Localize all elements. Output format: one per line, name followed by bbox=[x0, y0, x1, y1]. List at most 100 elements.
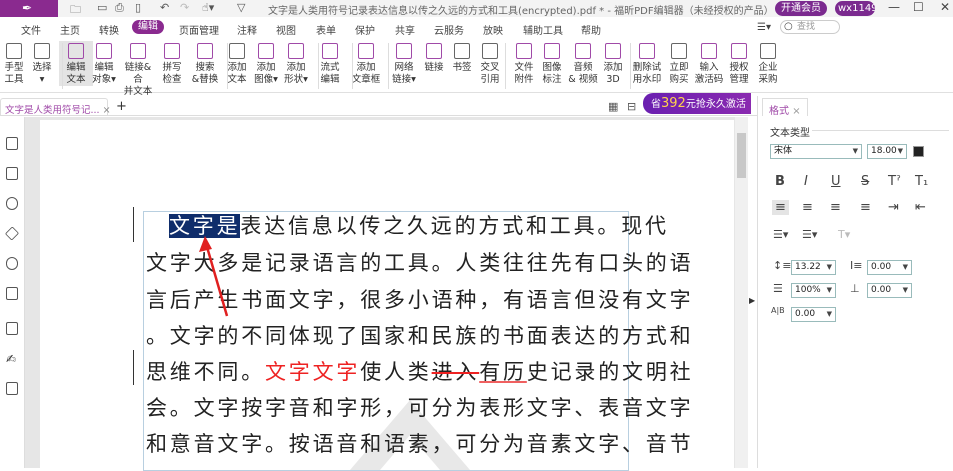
font-size-select[interactable]: 18.00 ▼ bbox=[867, 144, 907, 159]
hand-tool-icon[interactable]: ☝▾ bbox=[202, 1, 214, 14]
menu-protect[interactable]: 保护 bbox=[355, 22, 375, 37]
bold-icon[interactable]: B bbox=[775, 174, 785, 189]
menu-help[interactable]: 帮助 bbox=[581, 22, 601, 37]
add-text-icon bbox=[229, 43, 245, 59]
text-line-6[interactable]: 会。文字按字音和字形，可分为表形文字、表音文字 bbox=[146, 392, 693, 422]
signature-icon[interactable]: ✍ bbox=[6, 352, 18, 366]
vip-button[interactable]: 开通会员 bbox=[775, 1, 827, 16]
menu-view[interactable]: 视图 bbox=[276, 22, 296, 37]
ribbon-separator bbox=[318, 43, 319, 89]
add-image-button[interactable]: 添加 图像▾ bbox=[249, 41, 283, 86]
spell-check-button[interactable]: 拼写 检查 bbox=[155, 41, 189, 86]
remove-watermark-button[interactable]: 删除试 用水印 bbox=[630, 41, 664, 86]
security-icon[interactable] bbox=[6, 287, 18, 300]
baseline-offset-select[interactable]: 0.00 ▼ bbox=[867, 283, 912, 298]
italic-icon[interactable]: I bbox=[804, 174, 808, 189]
enter-activation-icon bbox=[701, 43, 717, 59]
add-article-button[interactable]: 添加 文章框 bbox=[349, 41, 383, 86]
audio-video-button[interactable]: 音频 & 视频 bbox=[566, 41, 600, 86]
superscript-icon[interactable]: Tˀ bbox=[888, 174, 901, 189]
menu-cloud[interactable]: 云服务 bbox=[434, 22, 464, 37]
pages-icon[interactable] bbox=[6, 167, 18, 180]
pen-icon: ✒ bbox=[22, 1, 33, 15]
new-tab-button[interactable]: + bbox=[116, 99, 127, 114]
link-merge-text-button[interactable]: 链接&合 并文本 bbox=[121, 41, 155, 98]
scrollbar-thumb[interactable] bbox=[737, 133, 746, 178]
comment-icon[interactable] bbox=[6, 197, 18, 210]
menu-edit[interactable]: 编辑 bbox=[132, 20, 164, 34]
window-title: 文字是人类用符号记录表达信息以传之久远的方式和工具(encrypted).pdf… bbox=[268, 6, 774, 17]
layers-icon[interactable] bbox=[4, 226, 20, 241]
char-spacing-select[interactable]: 0.00 ▼ bbox=[791, 307, 836, 322]
align-left-icon[interactable]: ≡ bbox=[772, 200, 789, 215]
user-button[interactable]: wx114970... bbox=[835, 1, 875, 16]
close-panel-icon[interactable]: × bbox=[792, 106, 800, 117]
buy-now-button[interactable]: 立即 购买 bbox=[662, 41, 696, 86]
format-tab[interactable]: 格式 × bbox=[762, 98, 808, 117]
cross-reference-button[interactable]: 交叉 引用 bbox=[473, 41, 507, 86]
outdent-icon[interactable]: ⇤ bbox=[915, 200, 926, 215]
close-icon[interactable]: ✕ bbox=[940, 0, 950, 14]
ribbon-layout-icon[interactable]: ☰▾ bbox=[757, 22, 771, 33]
close-tab-icon[interactable]: × bbox=[103, 105, 111, 116]
edit-object-button[interactable]: 编辑 对象▾ bbox=[87, 41, 121, 86]
compare-icon[interactable]: ⊟ bbox=[627, 100, 636, 113]
compare-pages-icon[interactable] bbox=[6, 382, 18, 395]
indent-icon[interactable]: ⇥ bbox=[888, 200, 899, 215]
menu-slideshow[interactable]: 放映 bbox=[483, 22, 503, 37]
line-spacing-select[interactable]: 13.22 ▼ bbox=[791, 260, 836, 275]
menu-page-manage[interactable]: 页面管理 bbox=[179, 22, 219, 37]
text-line-5[interactable]: 思维不同。文字文字使人类进入有历史记录的文明社 bbox=[146, 356, 693, 386]
print-icon[interactable]: ⎙ bbox=[115, 1, 124, 15]
maximize-icon[interactable]: ☐ bbox=[913, 0, 924, 14]
attachment-icon[interactable] bbox=[6, 257, 18, 270]
link-icon bbox=[426, 43, 442, 59]
subscript-icon[interactable]: T₁ bbox=[915, 174, 928, 189]
underline-icon[interactable]: U bbox=[831, 174, 841, 189]
image-annotation-button[interactable]: 图像 标注 bbox=[535, 41, 569, 86]
strikethrough-icon[interactable]: S bbox=[861, 174, 869, 189]
font-family-select[interactable]: 宋体 ▼ bbox=[770, 144, 862, 159]
document-icon[interactable] bbox=[6, 322, 18, 335]
enter-activation-button[interactable]: 输入 激活码 bbox=[692, 41, 726, 86]
app-logo[interactable]: ✒ bbox=[0, 0, 58, 17]
undo-icon[interactable]: ↶ bbox=[160, 1, 169, 14]
save-icon[interactable]: ▭ bbox=[97, 1, 107, 14]
numbered-list-icon[interactable]: ☰▾ bbox=[802, 228, 817, 241]
add-3d-button[interactable]: 添加 3D bbox=[596, 41, 630, 86]
customize-icon[interactable]: ▽ bbox=[237, 1, 245, 14]
menu-share[interactable]: 共享 bbox=[395, 22, 415, 37]
grid-view-icon[interactable]: ▦ bbox=[608, 100, 618, 113]
select-button[interactable]: 选择 ▾ bbox=[25, 41, 59, 86]
flow-edit-icon bbox=[322, 43, 338, 59]
promo-banner[interactable]: 省392元抢永久激活码 bbox=[643, 93, 751, 131]
document-tab[interactable]: 文字是人类用符号记... × bbox=[0, 98, 111, 116]
horizontal-scale-select[interactable]: 100% ▼ bbox=[791, 283, 836, 298]
menu-home[interactable]: 主页 bbox=[60, 22, 80, 37]
align-center-icon[interactable]: ≡ bbox=[802, 200, 813, 215]
menu-file[interactable]: 文件 bbox=[21, 22, 41, 37]
redo-icon[interactable]: ↷ bbox=[180, 1, 189, 14]
bookmark-icon[interactable] bbox=[6, 137, 18, 150]
enterprise-purchase-button[interactable]: 企业 采购 bbox=[751, 41, 785, 86]
menu-convert[interactable]: 转换 bbox=[99, 22, 119, 37]
menu-tools[interactable]: 辅助工具 bbox=[523, 22, 563, 37]
horizontal-scale-icon: ☰ bbox=[773, 282, 783, 295]
justify-icon[interactable]: ≡ bbox=[860, 200, 871, 215]
align-right-icon[interactable]: ≡ bbox=[830, 200, 841, 215]
text-direction-icon[interactable]: T▾ bbox=[838, 228, 850, 241]
text-line-4[interactable]: 。文字的不同体现了国家和民族的书面表达的方式和 bbox=[146, 320, 693, 350]
text-line-1[interactable]: 文字是表达信息以传之久远的方式和工具。现代 bbox=[169, 210, 669, 240]
expand-right-icon[interactable]: ▶ bbox=[749, 296, 755, 305]
bullet-list-icon[interactable]: ☰▾ bbox=[773, 228, 788, 241]
menu-comment[interactable]: 注释 bbox=[237, 22, 257, 37]
paragraph-spacing-select[interactable]: 0.00 ▼ bbox=[867, 260, 912, 275]
font-color-picker[interactable] bbox=[913, 146, 924, 157]
add-shape-button[interactable]: 添加 形状▾ bbox=[279, 41, 313, 86]
web-link-button[interactable]: 网络 链接▾ bbox=[387, 41, 421, 86]
new-page-icon[interactable]: ▯ bbox=[135, 1, 141, 14]
menu-form[interactable]: 表单 bbox=[316, 22, 336, 37]
search-replace-button[interactable]: 搜索 &替换 bbox=[188, 41, 222, 86]
minimize-icon[interactable]: — bbox=[888, 0, 900, 14]
text-line-7[interactable]: 和意音文字。按语音和语素，可分为音素文字、音节 bbox=[146, 428, 693, 458]
